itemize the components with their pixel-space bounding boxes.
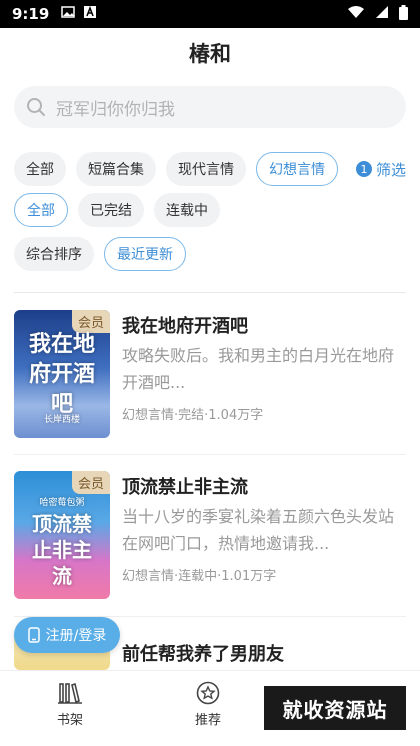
- sort-chip-comprehensive[interactable]: 综合排序: [14, 237, 94, 271]
- category-chip-fantasy-romance[interactable]: 幻想言情: [256, 152, 338, 186]
- phone-icon: [27, 627, 40, 643]
- book-meta: 幻想言情·完结·1.04万字: [122, 408, 264, 423]
- tab-bookshelf[interactable]: 书架: [30, 681, 110, 728]
- status-filter-row: 全部 已完结 连载中: [14, 193, 220, 227]
- book-title: 我在地府开酒吧: [122, 316, 248, 337]
- vip-badge: 会员: [71, 471, 110, 494]
- image-icon: [61, 5, 76, 23]
- bookshelf-icon: [58, 682, 82, 704]
- register-login-button[interactable]: 注册/登录: [14, 617, 120, 653]
- book-title: 前任帮我养了男朋友: [122, 644, 284, 665]
- book-meta: 幻想言情·连载中·1.01万字: [122, 569, 277, 584]
- book-item[interactable]: 会员 我在地府开酒吧 长岸西楼 我在地府开酒吧 攻略失败后。我和男主的白月光在地…: [14, 310, 406, 438]
- filter-button[interactable]: 1 筛选: [347, 152, 406, 186]
- list-separator: [14, 454, 406, 455]
- status-bar: 9:19: [0, 0, 420, 28]
- book-item[interactable]: 会员 哈密莓包粥 顶流禁止非主流 顶流禁止非主流 当十八岁的季宴礼染着五颜六色头…: [14, 471, 406, 599]
- category-chip-modern-romance[interactable]: 现代言情: [166, 152, 246, 186]
- battery-icon: [399, 4, 408, 24]
- cover-author: 哈密莓包粥: [39, 498, 85, 508]
- register-login-label: 注册/登录: [45, 628, 107, 644]
- signal-icon: [375, 5, 389, 23]
- book-cover: 会员 我在地府开酒吧 长岸西楼: [14, 310, 110, 438]
- sort-filter-row: 综合排序 最近更新: [14, 237, 186, 271]
- watermark: 就收资源站: [264, 686, 406, 730]
- cover-title: 顶流禁止非主流: [32, 512, 92, 588]
- sort-chip-recent[interactable]: 最近更新: [104, 237, 186, 271]
- app-notification-icon: [83, 5, 97, 23]
- book-description: 攻略失败后。我和男主的白月光在地府开酒吧...: [122, 346, 395, 392]
- divider: [14, 292, 406, 293]
- filter-count-badge: 1: [355, 161, 372, 177]
- search-icon: [27, 98, 45, 116]
- filter-label: 筛选: [375, 160, 406, 179]
- tab-recommend[interactable]: 推荐: [168, 681, 248, 728]
- category-chip-short-collection[interactable]: 短篇合集: [76, 152, 156, 186]
- tab-recommend-label: 推荐: [194, 713, 221, 728]
- cover-author: 长岸西楼: [43, 415, 80, 425]
- search-placeholder: 冠军归你你归我: [56, 99, 175, 120]
- cover-title: 我在地府开酒吧: [28, 332, 95, 417]
- page-title: 椿和: [189, 42, 231, 66]
- wifi-icon: [347, 5, 365, 23]
- status-chip-completed[interactable]: 已完结: [78, 193, 144, 227]
- tab-bookshelf-label: 书架: [56, 713, 83, 728]
- category-chip-all[interactable]: 全部: [14, 152, 66, 186]
- star-badge-icon: [196, 681, 220, 705]
- book-description: 当十八岁的季宴礼染着五颜六色头发站在网吧门口，热情地邀请我...: [122, 507, 395, 553]
- category-filter-row: 全部 短篇合集 现代言情 幻想言情 古: [14, 152, 386, 186]
- status-chip-ongoing[interactable]: 连载中: [154, 193, 220, 227]
- status-time: 9:19: [12, 5, 50, 23]
- book-cover: 会员 哈密莓包粥 顶流禁止非主流: [14, 471, 110, 599]
- status-chip-all[interactable]: 全部: [14, 193, 68, 227]
- book-title: 顶流禁止非主流: [122, 477, 248, 498]
- search-input[interactable]: 冠军归你你归我: [14, 86, 406, 128]
